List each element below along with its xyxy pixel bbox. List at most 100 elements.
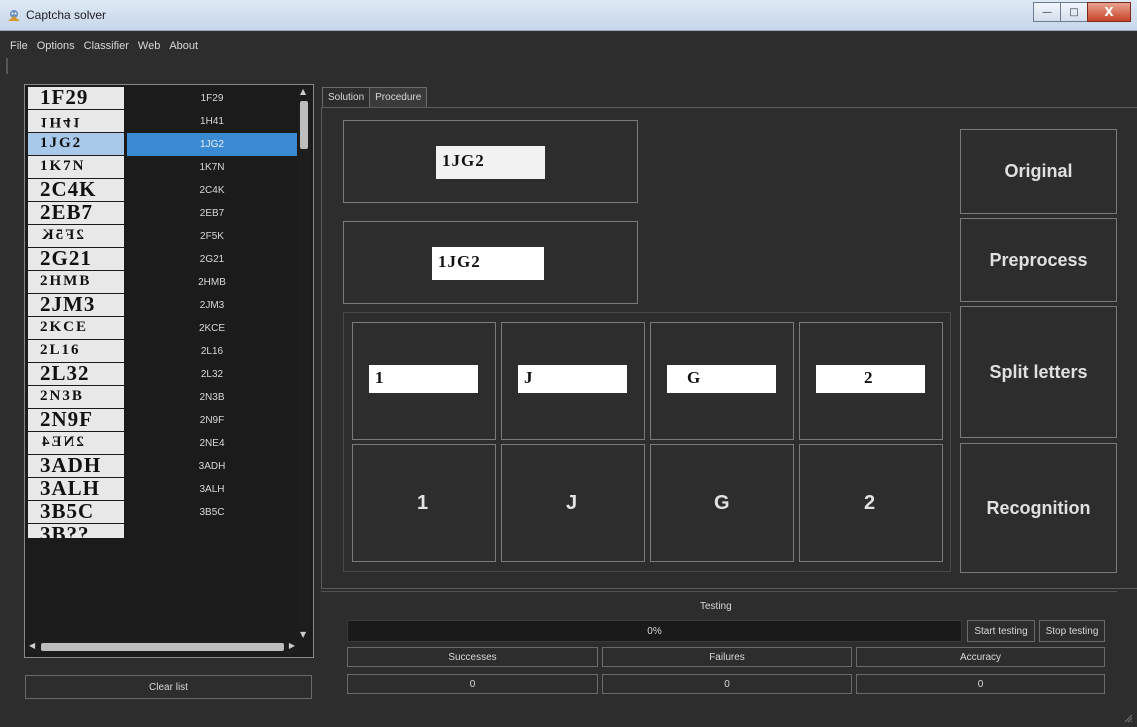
captcha-label: 2HMB bbox=[198, 277, 226, 288]
list-horizontal-scrollbar[interactable]: ◀ ▶ bbox=[27, 641, 297, 653]
split-letter-image: 2 bbox=[816, 365, 925, 393]
tab-bar: Solution Procedure bbox=[322, 87, 428, 107]
captcha-label: 1H41 bbox=[200, 116, 224, 127]
captcha-label: 2L32 bbox=[200, 369, 224, 380]
list-item[interactable]: 1K7N 1K7N bbox=[27, 156, 297, 179]
captcha-thumbnail: 2KCE bbox=[28, 317, 124, 339]
toolbar-handle bbox=[6, 58, 8, 74]
list-item[interactable]: 3B?? bbox=[27, 524, 297, 538]
preprocessed-image-frame: 1JG2 bbox=[343, 221, 638, 304]
captcha-label: 3ADH bbox=[198, 461, 226, 472]
recognized-letter: J bbox=[566, 492, 578, 514]
preprocessed-captcha-image: 1JG2 bbox=[432, 247, 544, 280]
scroll-left-icon[interactable]: ◀ bbox=[29, 641, 35, 650]
list-item[interactable]: 2KCE 2KCE bbox=[27, 317, 297, 340]
stop-testing-button[interactable]: Stop testing bbox=[1039, 620, 1105, 642]
menu-file[interactable]: File bbox=[10, 31, 28, 57]
original-captcha-image: 1JG2 bbox=[436, 146, 545, 179]
menu-bar: File Options Classifier Web About bbox=[0, 31, 1137, 57]
list-item[interactable]: 1H41 1H41 bbox=[27, 110, 297, 133]
captcha-label: 2N3B bbox=[199, 392, 225, 403]
list-item[interactable]: 2L16 2L16 bbox=[27, 340, 297, 363]
recognized-letter-cell: 1 bbox=[352, 444, 496, 562]
captcha-label: 2NE4 bbox=[199, 438, 225, 449]
split-letters-button[interactable]: Split letters bbox=[960, 306, 1117, 438]
captcha-thumbnail: 2JM3 bbox=[28, 294, 124, 316]
menu-web[interactable]: Web bbox=[138, 31, 160, 57]
captcha-thumbnail: 1JG2 bbox=[28, 133, 124, 155]
captcha-thumbnail: 2NE4 bbox=[28, 432, 124, 454]
captcha-thumbnail: 2EB7 bbox=[28, 202, 124, 224]
start-testing-button[interactable]: Start testing bbox=[967, 620, 1035, 642]
captcha-thumbnail: 2HMB bbox=[28, 271, 124, 293]
failures-value: 0 bbox=[602, 674, 852, 694]
original-button[interactable]: Original bbox=[960, 129, 1117, 214]
scroll-down-icon[interactable]: ▼ bbox=[300, 630, 306, 639]
captcha-thumbnail: 2F5K bbox=[28, 225, 124, 247]
captcha-label: 2G21 bbox=[199, 254, 225, 265]
scroll-up-icon[interactable]: ▲ bbox=[300, 87, 306, 96]
captcha-thumbnail: 2N9F bbox=[28, 409, 124, 431]
split-letter-cell: 1 bbox=[352, 322, 496, 440]
captcha-label: 2F5K bbox=[200, 231, 224, 242]
list-item[interactable]: 2N3B 2N3B bbox=[27, 386, 297, 409]
list-item[interactable]: 3B5C 3B5C bbox=[27, 501, 297, 524]
captcha-thumbnail: 2L16 bbox=[28, 340, 124, 362]
split-letter-image: J bbox=[518, 365, 627, 393]
captcha-label: 1JG2 bbox=[127, 133, 297, 156]
menu-classifier[interactable]: Classifier bbox=[84, 31, 129, 57]
scrollbar-thumb[interactable] bbox=[41, 643, 284, 651]
clear-list-button[interactable]: Clear list bbox=[25, 675, 312, 699]
list-item[interactable]: 2F5K 2F5K bbox=[27, 225, 297, 248]
recognized-letter-cell: G bbox=[650, 444, 794, 562]
list-item[interactable]: 3ALH 3ALH bbox=[27, 478, 297, 501]
list-item[interactable]: 2N9F 2N9F bbox=[27, 409, 297, 432]
scrollbar-thumb[interactable] bbox=[300, 101, 308, 149]
captcha-thumbnail: 1H41 bbox=[28, 110, 124, 132]
split-letter-cell: J bbox=[501, 322, 645, 440]
maximize-button[interactable]: □ bbox=[1060, 2, 1088, 22]
captcha-label: 3B5C bbox=[199, 507, 225, 518]
list-vertical-scrollbar[interactable]: ▲ ▼ bbox=[298, 87, 310, 639]
list-item[interactable]: 2EB7 2EB7 bbox=[27, 202, 297, 225]
captcha-label: 2N9F bbox=[199, 415, 225, 426]
list-item[interactable]: 3ADH 3ADH bbox=[27, 455, 297, 478]
tab-solution[interactable]: Solution bbox=[322, 87, 371, 107]
captcha-thumbnail: 2C4K bbox=[28, 179, 124, 201]
list-item-selected[interactable]: 1JG2 1JG2 bbox=[27, 133, 297, 156]
accuracy-header: Accuracy bbox=[856, 647, 1105, 667]
captcha-label: 2JM3 bbox=[199, 300, 225, 311]
captcha-list[interactable]: 1F29 1F29 1H41 1H41 1JG2 1JG2 1K7N 1K7N … bbox=[24, 84, 314, 658]
successes-header: Successes bbox=[347, 647, 598, 667]
scroll-right-icon[interactable]: ▶ bbox=[289, 641, 295, 650]
menu-about[interactable]: About bbox=[169, 31, 198, 57]
minimize-button[interactable]: — bbox=[1033, 2, 1061, 22]
captcha-label: 1K7N bbox=[199, 162, 225, 173]
resize-grip-icon[interactable] bbox=[1123, 713, 1133, 723]
list-item[interactable]: 2L32 2L32 bbox=[27, 363, 297, 386]
testing-title: Testing bbox=[700, 601, 732, 612]
list-item[interactable]: 1F29 1F29 bbox=[27, 87, 297, 110]
list-item[interactable]: 2HMB 2HMB bbox=[27, 271, 297, 294]
list-item[interactable]: 2G21 2G21 bbox=[27, 248, 297, 271]
accuracy-value: 0 bbox=[856, 674, 1105, 694]
recognition-button[interactable]: Recognition bbox=[960, 443, 1117, 573]
list-item[interactable]: 2NE4 2NE4 bbox=[27, 432, 297, 455]
list-item[interactable]: 2JM3 2JM3 bbox=[27, 294, 297, 317]
split-letter-image: G bbox=[667, 365, 776, 393]
recognized-letter: 1 bbox=[417, 492, 429, 514]
title-bar[interactable]: Captcha solver — □ X bbox=[0, 0, 1137, 31]
app-icon bbox=[8, 10, 20, 21]
captcha-thumbnail: 3ALH bbox=[28, 478, 124, 500]
captcha-thumbnail: 1K7N bbox=[28, 156, 124, 178]
preprocess-button[interactable]: Preprocess bbox=[960, 218, 1117, 302]
captcha-thumbnail: 3B5C bbox=[28, 501, 124, 523]
close-button[interactable]: X bbox=[1087, 2, 1131, 22]
list-item[interactable]: 2C4K 2C4K bbox=[27, 179, 297, 202]
captcha-label: 2C4K bbox=[199, 185, 225, 196]
menu-options[interactable]: Options bbox=[37, 31, 75, 57]
tab-procedure[interactable]: Procedure bbox=[369, 87, 428, 107]
failures-header: Failures bbox=[602, 647, 852, 667]
testing-progress-bar: 0% bbox=[347, 620, 962, 642]
captcha-thumbnail: 3ADH bbox=[28, 455, 124, 477]
